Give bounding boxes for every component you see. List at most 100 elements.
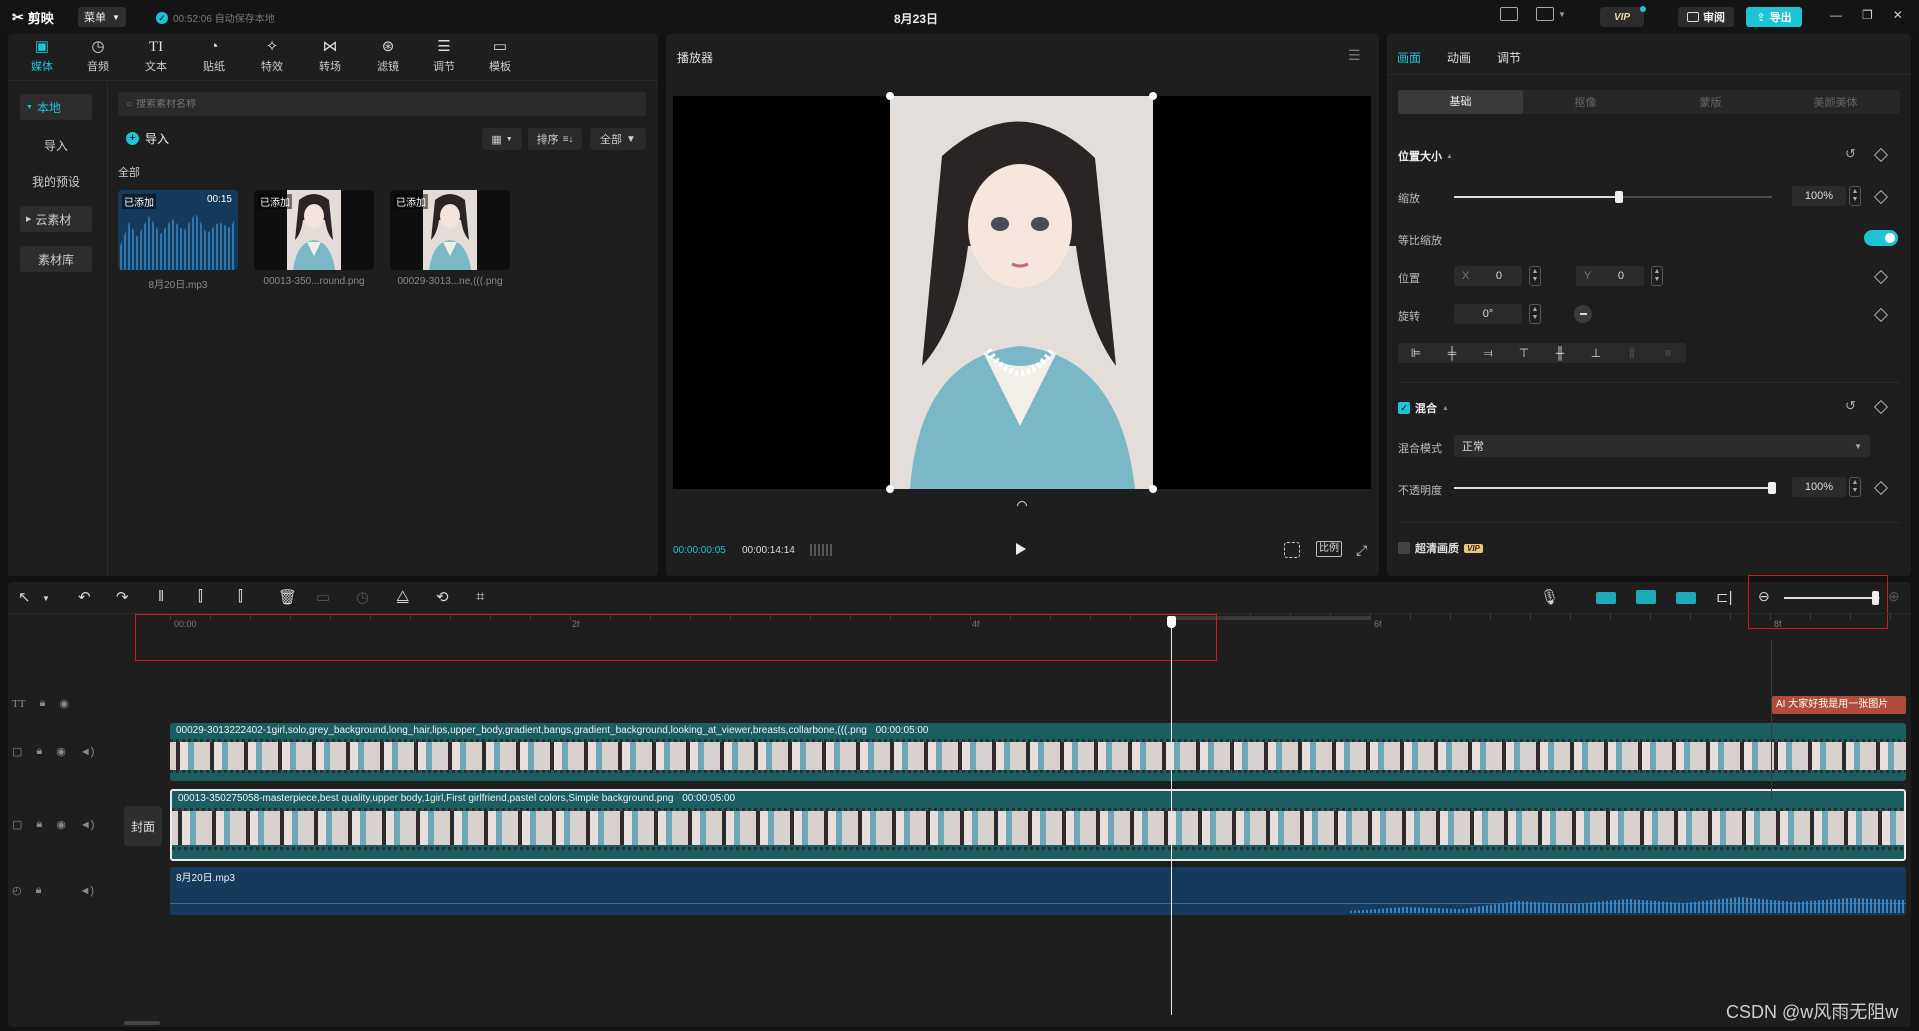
reset-icon[interactable]: ↺	[1845, 398, 1856, 414]
timeline-scrollbar[interactable]	[124, 1021, 160, 1025]
align-right-icon[interactable]: ⫤	[1470, 346, 1506, 361]
reset-icon[interactable]: ↺	[1845, 146, 1856, 162]
sort-button[interactable]: 排序 ≡↓	[528, 128, 582, 150]
minimize-icon[interactable]: —	[1830, 8, 1842, 22]
fullscreen-icon[interactable]: ⤢	[1356, 542, 1367, 559]
mirror-icon[interactable]: ⧋	[396, 588, 409, 605]
play-icon[interactable]	[1016, 543, 1026, 555]
distribute-h-icon[interactable]: ⫼	[1614, 346, 1650, 361]
playhead-handle[interactable]	[1167, 616, 1176, 628]
opacity-stepper[interactable]: ▲ ▼	[1849, 477, 1861, 497]
search-box[interactable]: ○	[118, 92, 646, 116]
subtab-mask[interactable]: 蒙版	[1648, 94, 1773, 110]
resize-handle-br[interactable]	[1149, 485, 1157, 493]
filter-button[interactable]: 全部 ▼	[590, 128, 646, 150]
delete-icon[interactable]: 🗑	[278, 588, 297, 606]
pos-x-field[interactable]: X 0	[1454, 266, 1522, 286]
crop-icon[interactable]: ⌗	[476, 588, 484, 605]
rotate-stepper[interactable]: ▲ ▼	[1529, 304, 1541, 324]
hd-option[interactable]: 超清画质 VIP	[1398, 540, 1483, 556]
sidebar-item-library[interactable]: 素材库	[20, 246, 92, 272]
close-icon[interactable]: ✕	[1893, 8, 1903, 22]
align-left-icon[interactable]: ⊫	[1398, 346, 1434, 360]
linkage-icon[interactable]	[1676, 592, 1696, 604]
scale-stepper[interactable]: ▲ ▼	[1849, 186, 1861, 206]
resize-handle-bl[interactable]	[886, 485, 894, 493]
chevron-down-icon[interactable]: ▼	[42, 594, 50, 603]
eye-icon[interactable]: ◉	[56, 818, 66, 831]
trim-right-icon[interactable]: ⫿	[238, 588, 243, 605]
tab-effects[interactable]: ✧ 特效	[248, 38, 296, 78]
subtab-cutout[interactable]: 抠像	[1523, 94, 1648, 110]
blend-mode-select[interactable]: 正常 ▼	[1454, 435, 1870, 457]
keyboard-icon[interactable]	[1500, 7, 1518, 21]
tab-template[interactable]: ▭ 模板	[476, 38, 524, 78]
tab-audio[interactable]: ◷ 音频	[74, 38, 122, 78]
volume-icon[interactable]: ◄)	[80, 819, 95, 831]
split-icon[interactable]: ‖	[158, 588, 164, 605]
opacity-value-field[interactable]: 100%	[1792, 477, 1846, 497]
align-vcenter-icon[interactable]: ╫	[1542, 346, 1578, 360]
rotate-dial-icon[interactable]	[1574, 305, 1592, 323]
pos-y-field[interactable]: Y 0	[1576, 266, 1644, 286]
blend-header[interactable]: ✓ 混合 ▲	[1398, 400, 1449, 416]
align-hcenter-icon[interactable]: ╪	[1434, 346, 1470, 360]
subtab-beauty[interactable]: 美颜美体	[1773, 94, 1898, 110]
media-item-audio[interactable]: 已添加 00:15	[118, 190, 238, 270]
preview-axis-icon[interactable]: ⊏|	[1716, 588, 1732, 606]
scale-value-field[interactable]: 100%	[1792, 186, 1846, 206]
tab-adjust[interactable]: ☰ 调节	[420, 38, 468, 78]
maximize-icon[interactable]: ❐	[1862, 8, 1873, 22]
pos-x-stepper[interactable]: ▲ ▼	[1529, 266, 1541, 286]
select-tool-icon[interactable]: ↖	[18, 588, 31, 606]
scale-slider-thumb[interactable]	[1615, 191, 1623, 203]
lock-icon[interactable]: 🔒︎	[36, 818, 42, 831]
tab-filter[interactable]: ⊛ 滤镜	[364, 38, 412, 78]
prop-tab-adjust[interactable]: 调节	[1497, 49, 1521, 66]
reverse-icon[interactable]: ◷	[356, 588, 369, 606]
lock-icon[interactable]: 🔒︎	[39, 697, 45, 710]
sidebar-item-import[interactable]: 导入	[20, 132, 92, 158]
undo-icon[interactable]: ↶	[78, 588, 91, 606]
trim-left-icon[interactable]: ⫿	[198, 588, 203, 605]
eye-icon[interactable]: ◉	[59, 697, 69, 710]
text-clip[interactable]: AI 大家好我是用一张图片	[1772, 696, 1906, 714]
resize-handle-tl[interactable]	[886, 92, 894, 100]
opacity-slider-track[interactable]	[1454, 482, 1776, 494]
timecode-grid-icon[interactable]	[810, 544, 832, 556]
lock-icon[interactable]: 🔒︎	[36, 884, 42, 897]
preview-image[interactable]	[890, 96, 1153, 489]
distribute-v-icon[interactable]: ≡	[1650, 346, 1686, 360]
review-button[interactable]: 审阅	[1678, 7, 1734, 27]
rotate-icon[interactable]: ⟲	[436, 588, 449, 606]
ratio-button[interactable]: 比例	[1316, 541, 1342, 557]
pos-y-stepper[interactable]: ▲ ▼	[1651, 266, 1663, 286]
microphone-icon[interactable]: 🎙	[1540, 588, 1559, 606]
import-button[interactable]: + 导入	[126, 130, 169, 147]
zoom-in-icon[interactable]: ⊕	[1888, 588, 1900, 605]
opacity-slider-thumb[interactable]	[1768, 482, 1776, 494]
sidebar-item-local[interactable]: ▼ 本地	[20, 94, 92, 120]
media-item-image-2[interactable]: 已添加	[390, 190, 510, 270]
layout-icon[interactable]	[1536, 7, 1554, 21]
rotate-field[interactable]: 0°	[1454, 304, 1522, 324]
scale-slider-track[interactable]	[1454, 191, 1772, 203]
menu-button[interactable]: 菜单 ▼	[78, 7, 126, 27]
media-item-image-1[interactable]: 已添加	[254, 190, 374, 270]
freeze-icon[interactable]: ▭	[316, 588, 330, 606]
redo-icon[interactable]: ↷	[116, 588, 129, 606]
video-clip-1[interactable]: 00029-3013222402-1girl,solo,grey_backgro…	[170, 723, 1906, 781]
tab-media[interactable]: ▣ 媒体	[18, 38, 66, 78]
resize-handle-tr[interactable]	[1149, 92, 1157, 100]
lock-icon[interactable]: 🔒︎	[36, 745, 42, 758]
rotate-handle[interactable]	[1017, 501, 1027, 506]
auto-snap-icon[interactable]	[1636, 590, 1656, 604]
tab-text[interactable]: TI 文本	[132, 38, 180, 78]
blend-checkbox[interactable]: ✓	[1398, 402, 1410, 414]
hd-checkbox[interactable]	[1398, 542, 1410, 554]
chevron-down-icon[interactable]: ▼	[1558, 10, 1566, 19]
prop-tab-picture[interactable]: 画面	[1397, 49, 1421, 66]
playhead-line[interactable]	[1171, 620, 1172, 1015]
audio-clip[interactable]: 8月20日.mp3	[170, 867, 1906, 915]
position-size-header[interactable]: 位置大小 ▲	[1398, 148, 1453, 164]
